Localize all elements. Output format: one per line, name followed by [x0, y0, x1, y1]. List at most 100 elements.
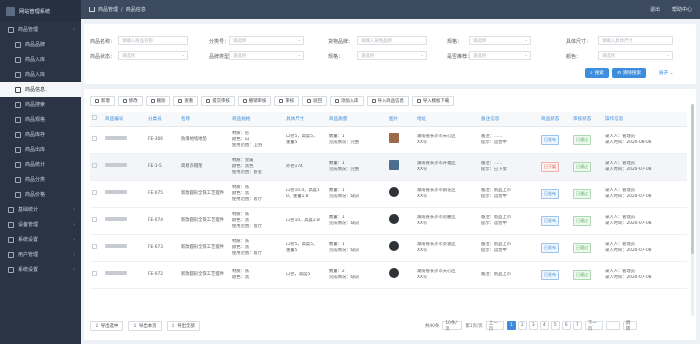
table-row[interactable]: FE-073 新款圆形全铁工艺摆件 材质：铁 颜色：黑 使用范围：客厅 口径5，高度5，重…	[90, 234, 687, 262]
table-row[interactable]: FE-1-5 简易衣帽架 材质：金属 颜色：黑色 使用范围：卧室 外径174 数量：1 完成情…	[90, 153, 687, 181]
gear-icon	[8, 266, 14, 273]
toolbar-button[interactable]: 审核	[274, 96, 300, 106]
product-thumbnail[interactable]	[389, 214, 399, 224]
export-button[interactable]: ⇩ 导出选中	[90, 321, 124, 331]
goto-page-button[interactable]: 跳转	[622, 321, 637, 332]
column-header[interactable]: 商品编号	[103, 112, 146, 127]
logout-link[interactable]: 退出	[650, 6, 660, 13]
filter-input[interactable]: 请选择 ⌄	[469, 51, 531, 60]
goto-page-input[interactable]	[605, 321, 620, 330]
page-size-select[interactable]: 10条/页	[442, 321, 463, 332]
table-row[interactable]: FE-072 新款圆形全铁工艺摆件 材质：铁 颜色：黑 口径，高度5 数量：2 完成情况：缺…	[90, 261, 687, 289]
sidebar-item[interactable]: 商品管理 ›	[0, 22, 81, 37]
page-number-button[interactable]: 3	[528, 321, 538, 330]
cell-line: XX号	[417, 274, 428, 280]
export-button[interactable]: ⇩ 导出全部	[166, 321, 200, 331]
search-button[interactable]: ⌕ 搜索	[585, 68, 609, 78]
page-number-button[interactable]: 6	[561, 321, 571, 330]
sidebar-item[interactable]: 商品入库	[0, 52, 81, 67]
table-row[interactable]: FE-306 防滑地毯地垫 材质：尼 颜色：白 使用范围：卫浴 口径5，高度5， 重量5 数量…	[90, 126, 687, 154]
sidebar-item[interactable]: 设备管理 ›	[0, 217, 81, 232]
sidebar-item[interactable]: 商品分类	[0, 172, 81, 187]
sidebar-item[interactable]: 基础统计 ›	[0, 202, 81, 217]
reset-search-button[interactable]: ⟲ 清除搜索	[612, 68, 646, 78]
sidebar-item[interactable]: 系统设置 ›	[0, 232, 81, 247]
expand-filters-link[interactable]: 展开 ⌄	[659, 70, 674, 76]
column-header[interactable]: 具体尺寸	[284, 112, 327, 127]
column-header[interactable]: 审核状态	[571, 112, 603, 127]
row-checkbox[interactable]	[92, 243, 97, 249]
column-header[interactable]: 商品状态	[539, 112, 571, 127]
column-header[interactable]: 名称	[179, 112, 230, 127]
sidebar-item[interactable]: 商品信息	[0, 82, 81, 97]
column-header[interactable]: 商品规格	[230, 112, 284, 127]
column-header[interactable]: 商品质量	[327, 112, 387, 127]
sidebar-item-label: 商品品牌	[25, 42, 46, 48]
product-thumbnail[interactable]	[389, 133, 399, 143]
filter-input[interactable]: 请输入货物品牌	[357, 36, 427, 45]
breadcrumb-item[interactable]: 商品管理	[98, 6, 118, 13]
row-checkbox[interactable]	[92, 216, 97, 222]
toolbar-button[interactable]: 修改	[117, 96, 143, 106]
toolbar-button[interactable]: 查看	[173, 96, 199, 106]
sidebar-item[interactable]: 商品搜索	[0, 97, 81, 112]
product-thumbnail[interactable]	[389, 241, 399, 251]
product-thumbnail[interactable]	[389, 160, 399, 170]
select-all-checkbox[interactable]	[92, 115, 97, 121]
column-header[interactable]: 分类号	[146, 112, 179, 127]
product-thumbnail[interactable]	[389, 187, 399, 197]
row-checkbox[interactable]	[92, 162, 97, 168]
product-thumbnail[interactable]	[389, 268, 399, 278]
toolbar-button[interactable]: 导入商品信息	[366, 96, 409, 106]
column-header[interactable]: 地址	[415, 112, 479, 127]
next-page-button[interactable]: 下一页	[584, 321, 603, 332]
filter-input[interactable]: 请选择 ⌄	[469, 36, 531, 45]
product-address: 湖南省长沙市天心区 XX号	[415, 126, 479, 154]
vertical-scrollbar[interactable]	[691, 104, 694, 316]
column-header[interactable]: 图片	[387, 112, 415, 127]
cell-line: 提示：运营中	[481, 139, 507, 145]
help-link[interactable]: 帮助中心	[672, 6, 692, 13]
send-icon	[206, 99, 211, 103]
status-badge: 已发布	[541, 269, 559, 280]
page-number-button[interactable]: 5	[550, 321, 560, 330]
table-row[interactable]: FE-074 新款圆形全铁工艺摆件 材质：铁 颜色：黑 使用范围：客厅 口径10，高度2.…	[90, 207, 687, 235]
prev-page-button[interactable]: 上一页	[485, 321, 504, 332]
sidebar-item[interactable]: 商品品牌	[0, 37, 81, 52]
page-number-button[interactable]: 2	[517, 321, 527, 330]
filter-input[interactable]: 请输入商品名称	[118, 36, 188, 45]
page-number-button[interactable]: 1	[506, 321, 516, 330]
table-row[interactable]: FE-075 新款圆形全铁工艺摆件 材质：铁 颜色：黑 使用范围：客厅 口径10.4，高度…	[90, 180, 687, 208]
filter-input[interactable]: 请选择 ⌄	[229, 36, 304, 45]
toolbar-button[interactable]: 提交审核	[201, 96, 235, 106]
export-button[interactable]: ⇩ 导出本页	[128, 321, 162, 331]
sidebar-item[interactable]: 商品统计	[0, 157, 81, 172]
toolbar-button[interactable]: 新增	[90, 96, 115, 106]
sidebar-item[interactable]: 商品出库	[0, 142, 81, 157]
toolbar-button[interactable]: 删除	[145, 96, 171, 106]
filter-input[interactable]: 请选择 ⌄	[598, 51, 673, 60]
filter-input[interactable]: 请选择 ⌄	[229, 51, 304, 60]
sidebar-item[interactable]: 系统设置 ›	[0, 262, 81, 277]
sidebar-item[interactable]: 商品库存	[0, 127, 81, 142]
column-header[interactable]: 操作信息	[603, 112, 687, 127]
toolbar-button[interactable]: 导入模板下载	[411, 96, 455, 106]
row-checkbox[interactable]	[92, 270, 97, 276]
toolbar-button[interactable]: 驳回	[302, 96, 327, 106]
scrollbar-thumb[interactable]	[691, 104, 694, 254]
row-checkbox[interactable]	[92, 135, 97, 141]
row-checkbox[interactable]	[92, 189, 97, 195]
sidebar-item[interactable]: 商品规格	[0, 112, 81, 127]
sidebar-item[interactable]: 用户管理 ›	[0, 247, 81, 262]
page-number-button[interactable]: 4	[539, 321, 549, 330]
column-header[interactable]: 备注信息	[479, 112, 539, 127]
page-number-button[interactable]: 7	[572, 321, 582, 330]
filter-input[interactable]: 请选择 ⌄	[118, 51, 188, 60]
home-icon[interactable]	[89, 7, 95, 12]
toolbar-button[interactable]: 撤销审核	[237, 96, 272, 106]
filter-input[interactable]: 请输入具体尺寸	[598, 36, 673, 45]
toolbar-button[interactable]: 添加入库	[329, 96, 364, 106]
filter-input[interactable]: 请选择 ⌄	[357, 51, 427, 60]
sidebar-item[interactable]: 商品入库	[0, 67, 81, 82]
sidebar-item[interactable]: 商品价格	[0, 187, 81, 202]
